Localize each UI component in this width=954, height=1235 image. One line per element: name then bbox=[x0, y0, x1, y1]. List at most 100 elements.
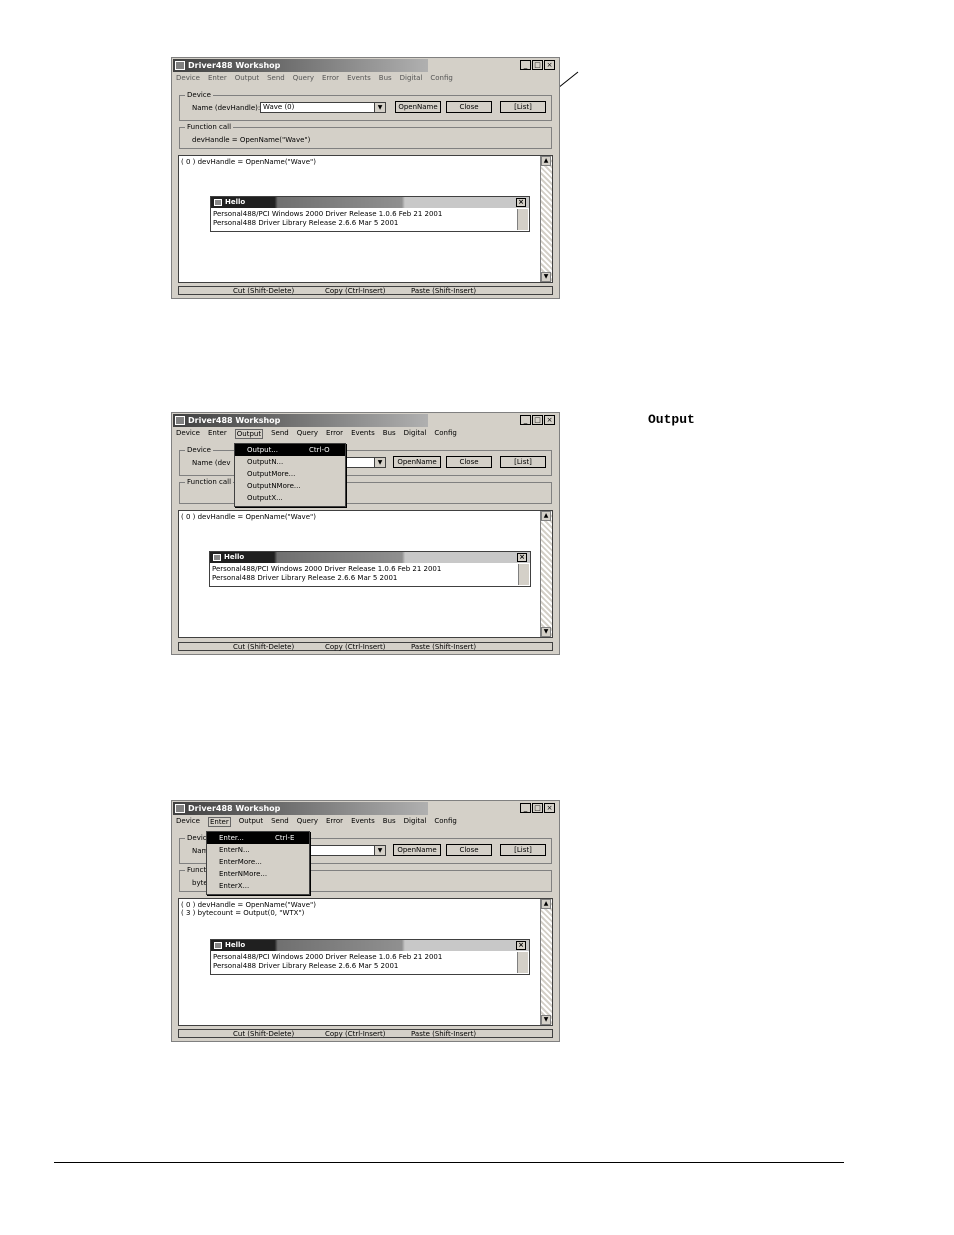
menu-enter[interactable]: Enter bbox=[207, 817, 231, 827]
menu-error[interactable]: Error bbox=[326, 429, 343, 439]
menu-config[interactable]: Config bbox=[434, 429, 456, 439]
caption-output: Output bbox=[648, 412, 695, 427]
scroll-up-icon[interactable]: ▲ bbox=[541, 511, 551, 521]
status-paste: Paste (Shift-Insert) bbox=[411, 1030, 477, 1038]
scroll-down-icon[interactable]: ▼ bbox=[541, 272, 551, 282]
close-button[interactable]: Close bbox=[446, 101, 492, 113]
menu-item-label: EnterN... bbox=[219, 846, 250, 854]
menu-item-enterx[interactable]: EnterX... bbox=[207, 880, 309, 892]
window-controls: _ □ × bbox=[520, 60, 555, 70]
hello-close-icon[interactable]: × bbox=[516, 198, 526, 207]
minimize-button[interactable]: _ bbox=[520, 415, 531, 425]
device-name-combo[interactable]: Wave (0) ▼ bbox=[260, 102, 386, 113]
menu-query[interactable]: Query bbox=[293, 74, 314, 82]
menu-digital[interactable]: Digital bbox=[400, 74, 423, 82]
maximize-button[interactable]: □ bbox=[532, 60, 543, 70]
status-bar: Cut (Shift-Delete) Copy (Ctrl-Insert) Pa… bbox=[178, 286, 553, 295]
log-box[interactable]: ( 0 ) devHandle = OpenName("Wave") ( 3 )… bbox=[178, 898, 553, 1026]
log-scrollbar[interactable]: ▲ ▼ bbox=[540, 156, 552, 282]
menu-device[interactable]: Device bbox=[176, 429, 200, 439]
hello-scrollbar[interactable] bbox=[518, 564, 529, 585]
log-box[interactable]: ( 0 ) devHandle = OpenName("Wave") ▲ ▼ H… bbox=[178, 155, 553, 283]
menu-item-label: OutputN... bbox=[247, 458, 284, 466]
chevron-down-icon[interactable]: ▼ bbox=[374, 103, 385, 112]
menu-item-outputmore[interactable]: OutputMore... bbox=[235, 468, 345, 480]
log-scrollbar[interactable]: ▲ ▼ bbox=[540, 899, 552, 1025]
hello-scrollbar[interactable] bbox=[517, 952, 528, 973]
menu-send[interactable]: Send bbox=[267, 74, 285, 82]
hello-line: Personal488/PCI Windows 2000 Driver Rele… bbox=[212, 565, 442, 573]
close-button[interactable]: Close bbox=[446, 844, 492, 856]
list-button[interactable]: [List] bbox=[500, 101, 546, 113]
openname-button[interactable]: OpenName bbox=[393, 456, 441, 468]
menu-item-enter[interactable]: Enter... Ctrl-E bbox=[207, 832, 309, 844]
hello-close-icon[interactable]: × bbox=[516, 941, 526, 950]
menu-error[interactable]: Error bbox=[326, 817, 343, 827]
menu-bar: Device Enter Output Send Query Error Eve… bbox=[176, 429, 457, 439]
menu-item-outputnmore[interactable]: OutputNMore... bbox=[235, 480, 345, 492]
hello-line: Personal488 Driver Library Release 2.6.6… bbox=[213, 219, 399, 227]
menu-enter[interactable]: Enter bbox=[208, 74, 227, 82]
close-button[interactable]: Close bbox=[446, 456, 492, 468]
menu-item-entern[interactable]: EnterN... bbox=[207, 844, 309, 856]
menu-output[interactable]: Output bbox=[235, 74, 259, 82]
list-button[interactable]: [List] bbox=[500, 456, 546, 468]
menu-item-outputn[interactable]: OutputN... bbox=[235, 456, 345, 468]
log-scrollbar[interactable]: ▲ ▼ bbox=[540, 511, 552, 637]
menu-bus[interactable]: Bus bbox=[379, 74, 392, 82]
hello-close-icon[interactable]: × bbox=[517, 553, 527, 562]
menu-error[interactable]: Error bbox=[322, 74, 339, 82]
menu-query[interactable]: Query bbox=[297, 817, 318, 827]
menu-bus[interactable]: Bus bbox=[383, 429, 396, 439]
menu-digital[interactable]: Digital bbox=[404, 429, 427, 439]
menu-events[interactable]: Events bbox=[351, 429, 375, 439]
maximize-button[interactable]: □ bbox=[532, 415, 543, 425]
maximize-button[interactable]: □ bbox=[532, 803, 543, 813]
menu-config[interactable]: Config bbox=[434, 817, 456, 827]
app-icon bbox=[175, 804, 185, 813]
name-label: Name (dev bbox=[192, 459, 231, 467]
menu-query[interactable]: Query bbox=[297, 429, 318, 439]
chevron-down-icon[interactable]: ▼ bbox=[374, 846, 385, 855]
menu-output[interactable]: Output bbox=[234, 429, 264, 439]
scroll-down-icon[interactable]: ▼ bbox=[541, 1015, 551, 1025]
menu-digital[interactable]: Digital bbox=[404, 817, 427, 827]
status-copy: Copy (Ctrl-Insert) bbox=[325, 1030, 386, 1038]
openname-button[interactable]: OpenName bbox=[393, 844, 441, 856]
minimize-button[interactable]: _ bbox=[520, 60, 531, 70]
menu-item-entermore[interactable]: EnterMore... bbox=[207, 856, 309, 868]
hello-scrollbar[interactable] bbox=[517, 209, 528, 230]
close-window-button[interactable]: × bbox=[544, 803, 555, 813]
window-title: Driver488 Workshop bbox=[188, 804, 281, 813]
menu-config[interactable]: Config bbox=[430, 74, 452, 82]
menu-item-enternmore[interactable]: EnterNMore... bbox=[207, 868, 309, 880]
menu-send[interactable]: Send bbox=[271, 817, 289, 827]
minimize-button[interactable]: _ bbox=[520, 803, 531, 813]
scroll-down-icon[interactable]: ▼ bbox=[541, 627, 551, 637]
menu-item-label: EnterNMore... bbox=[219, 870, 268, 878]
menu-item-outputx[interactable]: OutputX... bbox=[235, 492, 345, 504]
menu-events[interactable]: Events bbox=[347, 74, 371, 82]
menu-bus[interactable]: Bus bbox=[383, 817, 396, 827]
menu-enter[interactable]: Enter bbox=[208, 429, 227, 439]
menu-events[interactable]: Events bbox=[351, 817, 375, 827]
menu-device[interactable]: Device bbox=[176, 817, 200, 827]
menu-output[interactable]: Output bbox=[239, 817, 263, 827]
hello-window: Hello × Personal488/PCI Windows 2000 Dri… bbox=[209, 551, 531, 587]
menu-send[interactable]: Send bbox=[271, 429, 289, 439]
scroll-up-icon[interactable]: ▲ bbox=[541, 899, 551, 909]
chevron-down-icon[interactable]: ▼ bbox=[374, 458, 385, 467]
menu-item-label: OutputNMore... bbox=[247, 482, 301, 490]
status-cut: Cut (Shift-Delete) bbox=[233, 643, 295, 651]
close-window-button[interactable]: × bbox=[544, 415, 555, 425]
scroll-up-icon[interactable]: ▲ bbox=[541, 156, 551, 166]
list-button[interactable]: [List] bbox=[500, 844, 546, 856]
device-group-label: Device bbox=[185, 91, 213, 99]
hello-line: Personal488/PCI Windows 2000 Driver Rele… bbox=[213, 210, 443, 218]
window-title: Driver488 Workshop bbox=[188, 416, 281, 425]
close-window-button[interactable]: × bbox=[544, 60, 555, 70]
log-box[interactable]: ( 0 ) devHandle = OpenName("Wave") ▲ ▼ H… bbox=[178, 510, 553, 638]
openname-button[interactable]: OpenName bbox=[395, 101, 441, 113]
menu-device[interactable]: Device bbox=[176, 74, 200, 82]
menu-item-output[interactable]: Output... Ctrl-O bbox=[235, 444, 345, 456]
